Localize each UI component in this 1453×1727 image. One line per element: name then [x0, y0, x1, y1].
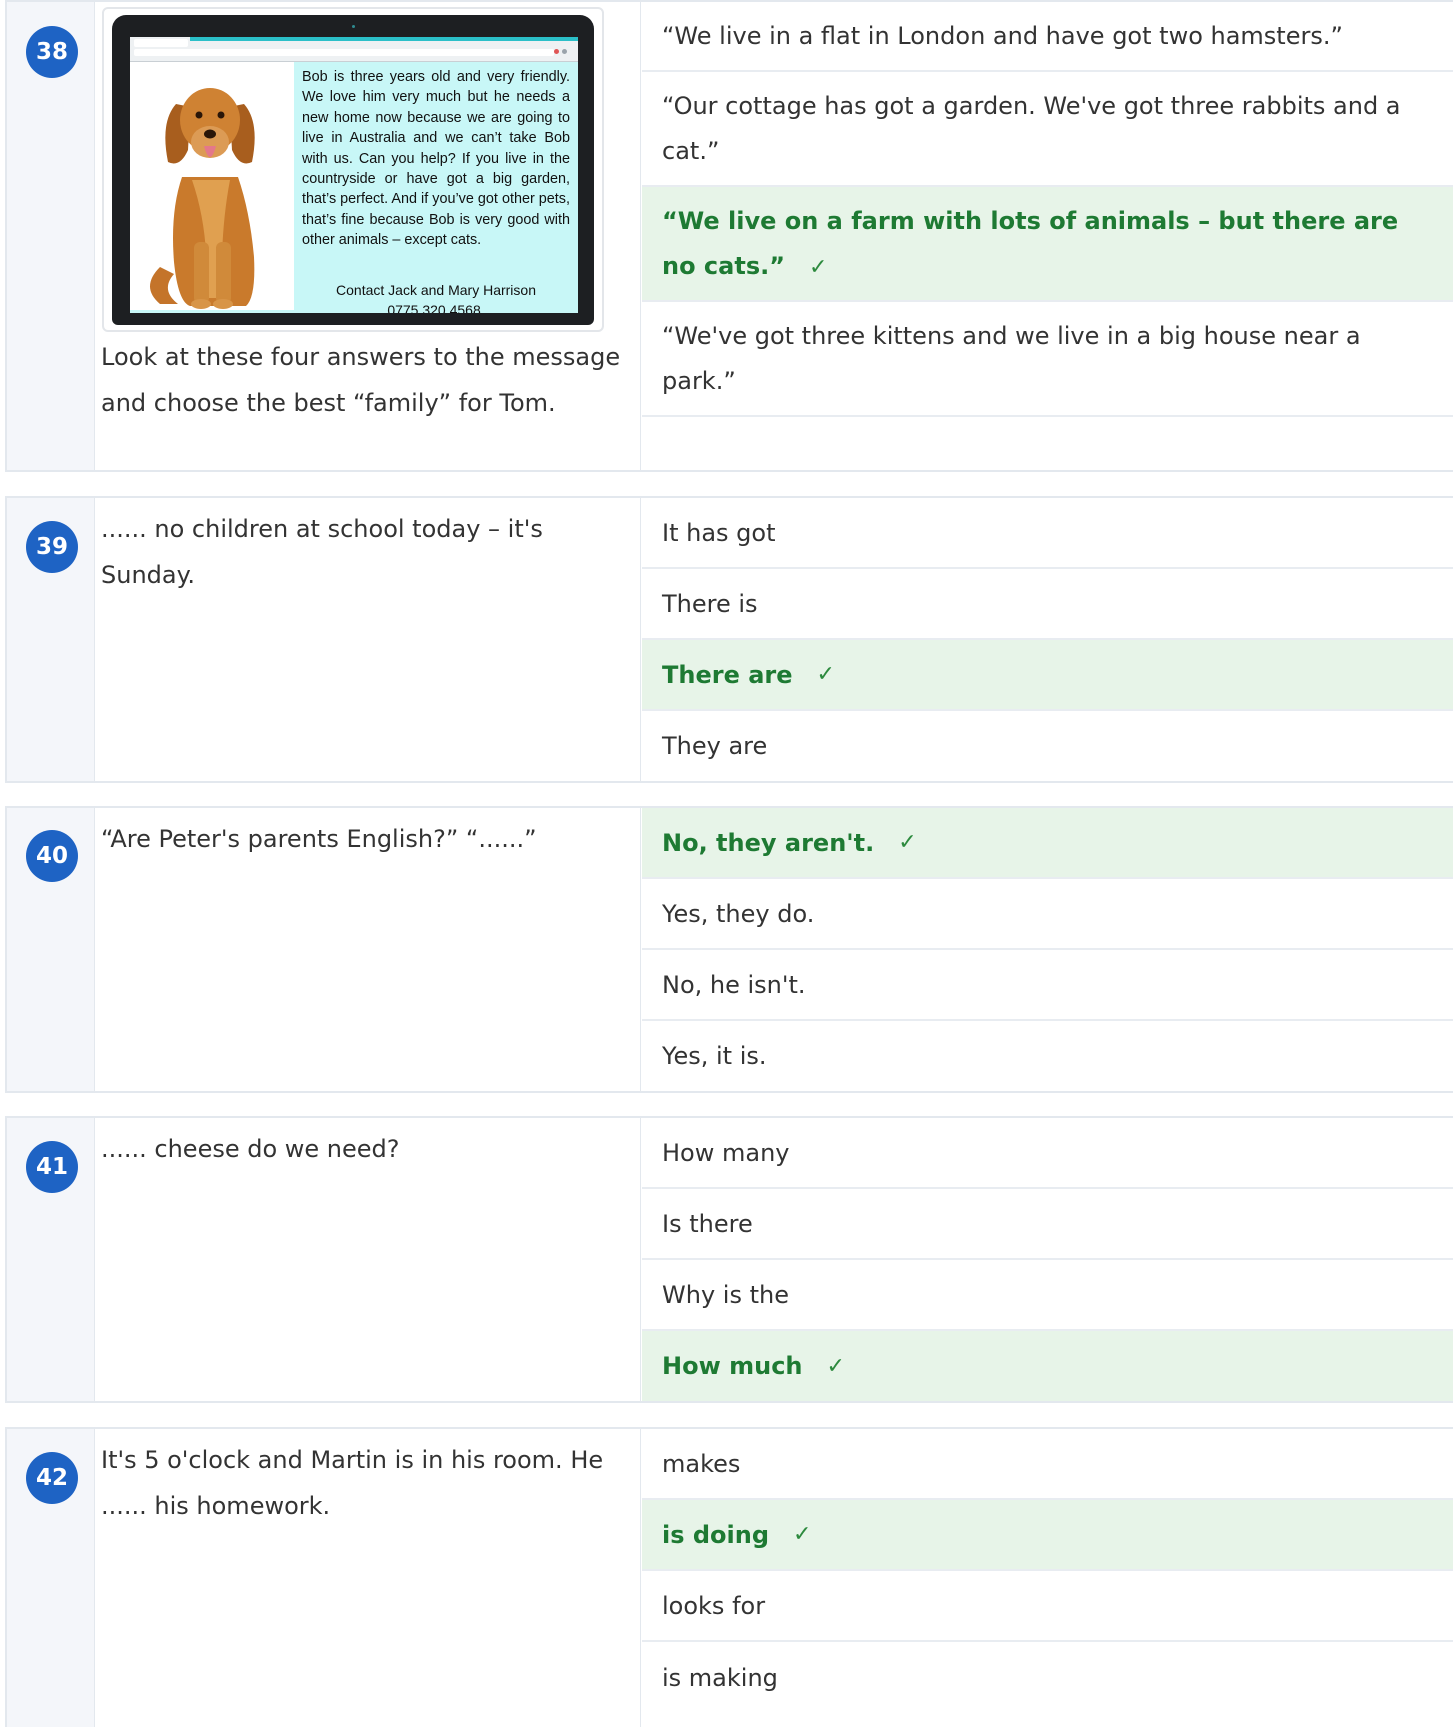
question-prompt-area: ...... cheese do we need?: [96, 1118, 641, 1401]
browser-bar: [130, 37, 578, 62]
question-card-40: 40 “Are Peter's parents English?” “.....…: [5, 806, 1453, 1093]
answer-options: No, they aren't. ✓ Yes, they do. No, he i…: [642, 808, 1453, 1091]
question-number-column: 40: [5, 808, 95, 1091]
answer-option[interactable]: makes: [642, 1429, 1453, 1500]
answer-option[interactable]: Is there: [642, 1189, 1453, 1260]
answer-option-correct[interactable]: No, they aren't. ✓: [642, 808, 1453, 879]
question-card-42: 42 It's 5 o'clock and Martin is in his r…: [5, 1427, 1453, 1727]
answer-options: It has got There is There are ✓ They are: [642, 498, 1453, 781]
answer-option[interactable]: They are: [642, 711, 1453, 781]
answer-option[interactable]: Yes, they do.: [642, 879, 1453, 950]
answer-option-text: There are: [662, 660, 793, 689]
answer-option-text: Is there: [662, 1209, 753, 1238]
question-prompt: ...... cheese do we need?: [101, 1135, 400, 1163]
answer-option-correct[interactable]: There are ✓: [642, 640, 1453, 711]
answer-option[interactable]: It has got: [642, 498, 1453, 569]
answer-options: “We live in a flat in London and have go…: [642, 2, 1453, 470]
check-icon: ✓: [809, 255, 828, 280]
answer-option-text: No, they aren't.: [662, 828, 875, 857]
question-prompt-area: It's 5 o'clock and Martin is in his room…: [96, 1429, 641, 1727]
answer-option-text: “We've got three kittens and we live in …: [662, 322, 1361, 395]
ad-contact-phone: 0775 320 4568.: [387, 302, 485, 313]
question-prompt: It's 5 o'clock and Martin is in his room…: [101, 1446, 604, 1520]
question-number-column: 42: [5, 1429, 95, 1727]
answer-option-text: There is: [662, 589, 758, 618]
question-card-41: 41 ...... cheese do we need? How many Is…: [5, 1116, 1453, 1403]
question-prompt-area: “Are Peter's parents English?” “......”: [96, 808, 641, 1091]
question-prompt: “Are Peter's parents English?” “......”: [101, 825, 537, 853]
answer-option[interactable]: “We live in a flat in London and have go…: [642, 2, 1453, 72]
ad-message: Bob is three years old and very friendly…: [302, 69, 570, 249]
answer-option[interactable]: There is: [642, 569, 1453, 640]
ad-contact: Contact Jack and Mary Harrison 0775 320 …: [302, 280, 570, 313]
check-icon: ✓: [793, 1522, 812, 1547]
answer-options: How many Is there Why is the How much ✓: [642, 1118, 1453, 1401]
answer-option[interactable]: is making: [642, 1642, 1453, 1713]
question-number-badge: 39: [26, 521, 78, 573]
answer-option-correct[interactable]: “We live on a farm with lots of animals …: [642, 187, 1453, 302]
ad-contact-name: Contact Jack and Mary Harrison: [336, 282, 536, 298]
check-icon: ✓: [816, 662, 835, 687]
answer-option[interactable]: How many: [642, 1118, 1453, 1189]
question-prompt: Look at these four answers to the messag…: [101, 343, 621, 417]
answer-option[interactable]: “Our cottage has got a garden. We've got…: [642, 72, 1453, 187]
answer-option-text: How much: [662, 1352, 803, 1380]
answer-option-text: looks for: [662, 1591, 766, 1620]
question-prompt-area: ...... no children at school today – it'…: [96, 498, 641, 781]
question-card-38: 38 Look at these four answers to the mes…: [5, 0, 1453, 472]
question-number-column: 38: [5, 2, 95, 470]
question-number-badge: 41: [26, 1141, 78, 1193]
laptop-image: Bob is three years old and very friendly…: [102, 7, 604, 332]
answer-option-text: “Our cottage has got a garden. We've got…: [662, 92, 1401, 165]
answer-option[interactable]: No, he isn't.: [642, 950, 1453, 1021]
laptop-screen: Bob is three years old and very friendly…: [130, 37, 578, 313]
question-prompt: ...... no children at school today – it'…: [101, 515, 543, 589]
answer-option-text: Yes, they do.: [662, 899, 815, 928]
question-number-badge: 40: [26, 830, 78, 882]
answer-option[interactable]: looks for: [642, 1571, 1453, 1642]
laptop-frame: Bob is three years old and very friendly…: [112, 15, 594, 325]
camera-dot: [352, 25, 355, 28]
answer-option-text: is doing: [662, 1520, 770, 1549]
check-icon: ✓: [898, 830, 917, 855]
dog-icon: [150, 88, 255, 309]
answer-option-text: “We live on a farm with lots of animals …: [662, 207, 1399, 280]
answer-option-text: makes: [662, 1449, 741, 1478]
answer-option-text: No, he isn't.: [662, 970, 806, 999]
check-icon: ✓: [826, 1353, 845, 1379]
answer-option-text: Why is the: [662, 1280, 789, 1309]
dog-photo: [130, 62, 294, 310]
answer-option-text: How many: [662, 1138, 790, 1167]
answer-option[interactable]: “We've got three kittens and we live in …: [642, 302, 1453, 417]
answer-option-correct[interactable]: is doing ✓: [642, 1500, 1453, 1571]
question-card-39: 39 ...... no children at school today – …: [5, 496, 1453, 783]
question-number-badge: 38: [26, 26, 78, 78]
answer-option[interactable]: Yes, it is.: [642, 1021, 1453, 1091]
answer-option-text: Yes, it is.: [662, 1042, 767, 1070]
question-number-column: 39: [5, 498, 95, 781]
answer-option-text: “We live in a flat in London and have go…: [662, 22, 1343, 50]
answer-option-text: They are: [662, 732, 768, 760]
answer-option-text: It has got: [662, 518, 776, 547]
answer-option[interactable]: Why is the: [642, 1260, 1453, 1331]
question-number-column: 41: [5, 1118, 95, 1401]
question-number-badge: 42: [26, 1452, 78, 1504]
answer-option-correct[interactable]: How much ✓: [642, 1331, 1453, 1401]
answer-option-text: is making: [662, 1663, 778, 1692]
answer-options: makes is doing ✓ looks for is making: [642, 1429, 1453, 1727]
